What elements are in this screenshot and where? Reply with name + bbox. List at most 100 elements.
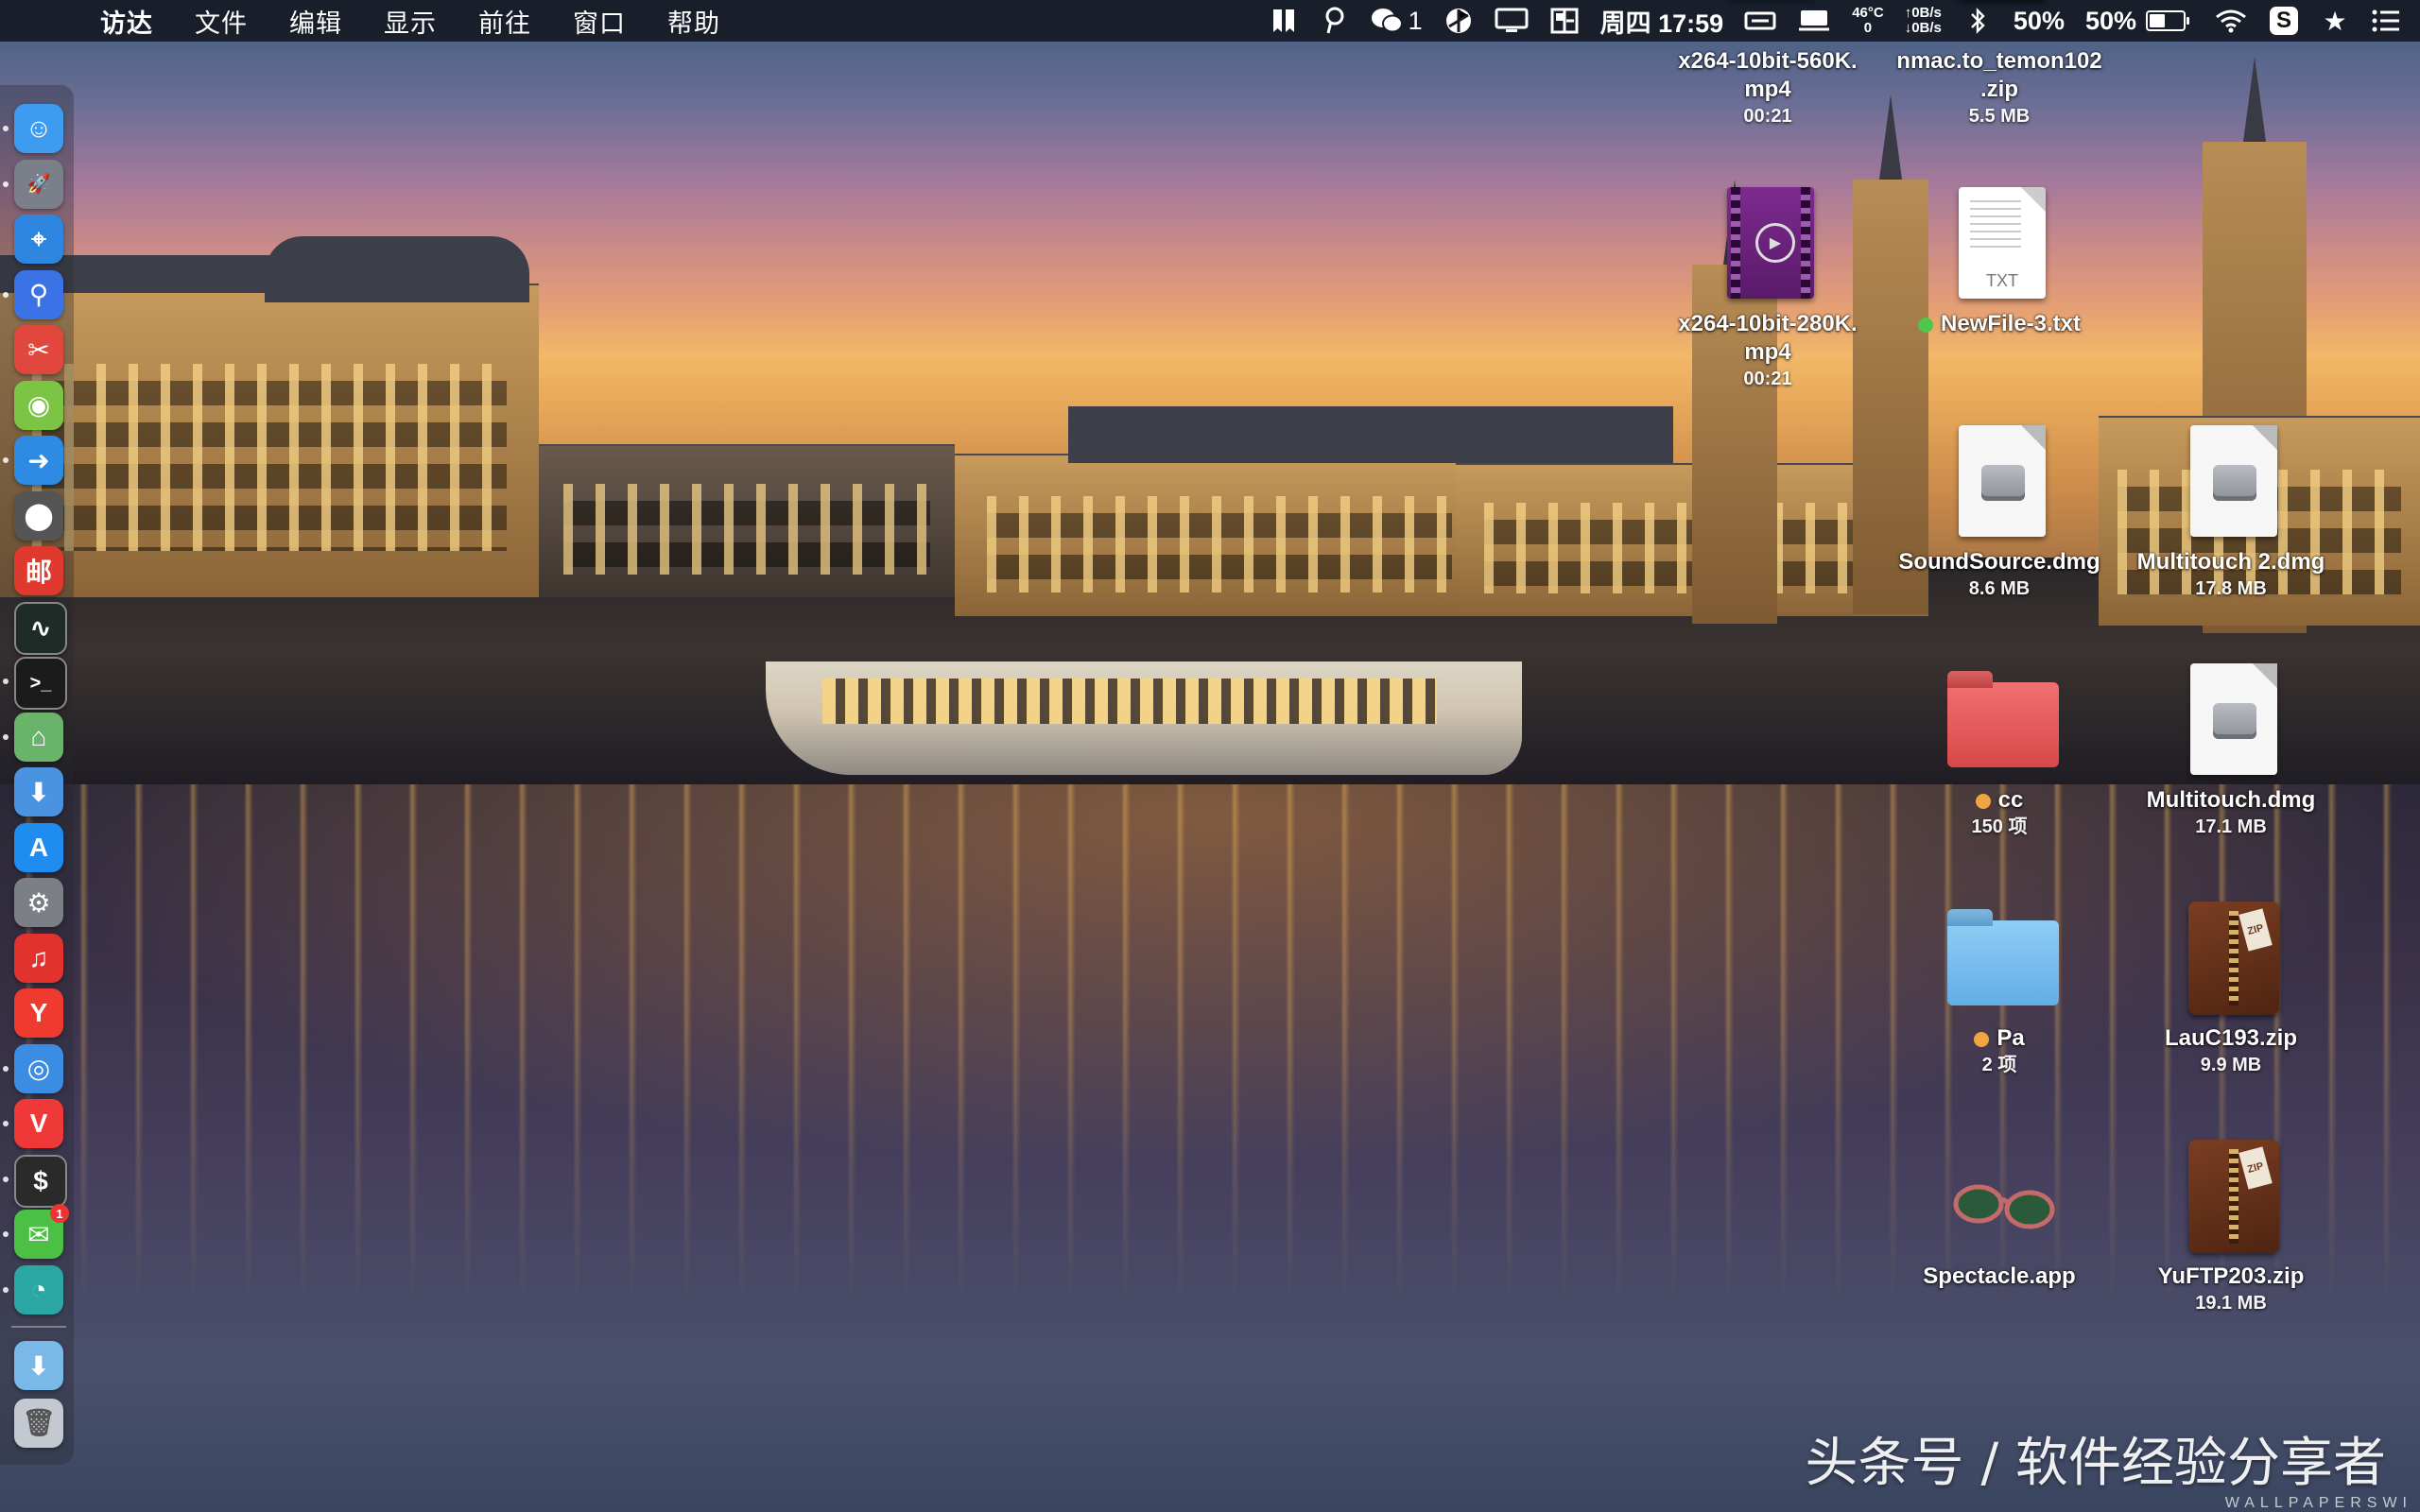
wechat-count: 1 [1408, 6, 1423, 35]
dock-music-app-icon[interactable]: ♫ [14, 933, 63, 983]
desktop-item-label: LauC193.zip [2122, 1024, 2340, 1053]
color-tag-dot [1974, 1031, 1990, 1047]
desktop-item-info: 5.5 MB [1968, 106, 2031, 127]
dock-launchpad-glyph: 🚀 [26, 174, 51, 195]
desktop-item-pa-folder[interactable]: Pa 2 项 [1891, 902, 2108, 1077]
desktop-item-label: cc [1891, 786, 2108, 815]
desktop-item-multitouch2[interactable]: Multitouch 2.dmg 17.8 MB [2122, 425, 2340, 601]
dock-running-indicator [3, 457, 9, 463]
dock-vivaldi-icon[interactable]: V [14, 1099, 63, 1148]
menu-go[interactable]: 前往 [478, 3, 531, 40]
wechat-status-icon[interactable] [1371, 5, 1403, 37]
dock-app-store-glyph: A [28, 832, 49, 862]
downloads-glyph: ⬇ [27, 1350, 50, 1381]
desktop-item-label: Multitouch 2.dmg [2122, 548, 2340, 576]
dock-yandex-browser-icon[interactable]: Y [14, 988, 63, 1038]
dock-app-store-icon[interactable]: A [14, 822, 63, 872]
dock-wechat-icon[interactable]: ✉ 1 [14, 1204, 69, 1259]
dock-trash-icon[interactable]: 🗑 [14, 1398, 63, 1448]
wallpaper-palace-left [0, 284, 539, 597]
display-icon[interactable] [1495, 5, 1529, 37]
desktop-item-label: Multitouch.dmg [2122, 786, 2340, 815]
dock-safari-glyph: ⌖ [31, 223, 46, 253]
menu-help[interactable]: 帮助 [667, 3, 720, 40]
aperture-icon[interactable] [1443, 5, 1474, 37]
disk-image-icon [2190, 663, 2277, 775]
battery-icon[interactable] [2146, 10, 2189, 31]
dock-chrome-icon[interactable]: ◎ [14, 1043, 63, 1093]
color-tag-dot [1975, 793, 1991, 809]
star-icon[interactable]: ★ [2320, 5, 2350, 37]
dock-screenshot-tool-icon[interactable]: ◔ [14, 1264, 63, 1314]
wallpaper-palace-roof [265, 236, 529, 302]
dock-downloads-folder-icon[interactable]: ⬇ [14, 1341, 63, 1390]
dock-system-preferences-icon[interactable]: ⚙ [14, 878, 63, 927]
wallpaper-spire [2243, 57, 2266, 142]
dock-contacts-search-glyph: ⚲ [28, 280, 49, 309]
desktop-item-spectacle[interactable]: Spectacle.app [1891, 1140, 2108, 1291]
dock-finder-icon[interactable]: ☺ [14, 104, 63, 153]
desktop-item-name: Pa [1996, 1025, 2025, 1051]
wallpaper-building-center [955, 454, 1484, 616]
desktop-item-info: 19.1 MB [2195, 1293, 2267, 1314]
dock-wechat-glyph: ✉ [27, 1219, 50, 1249]
dock-disk-tool-icon[interactable]: ⬤ [14, 490, 63, 541]
desktop-item-lauc-zip[interactable]: ZIP LauC193.zip 9.9 MB [2122, 902, 2340, 1077]
desktop-item-info: 00:21 [1743, 106, 1792, 127]
desktop-item-name: x264-10bit-280K. mp4 [1678, 311, 1858, 365]
sunglasses-app-icon [1952, 1168, 2056, 1234]
dock-android-emulator-icon[interactable]: ◉ [14, 380, 63, 430]
dock: ☺ 🚀 ⌖ ⚲ ✂ ◉ ➜ ⬤ 邮 ∿ >_ ⌂ ⬇ A ⚙ ♫ Y ◎ V $ ✉ 1 ◔ ⬇ 🗑 [0, 85, 74, 1465]
desktop-item-name: SoundSource.dmg [1898, 549, 2100, 575]
dock-chrome-glyph: ◎ [26, 1054, 51, 1083]
desktop-item-multitouch[interactable]: Multitouch.dmg 17.1 MB [2122, 663, 2340, 839]
dock-migration-icon[interactable]: ➜ [14, 436, 63, 485]
desktop-item-name: Spectacle.app [1923, 1263, 2076, 1289]
folder-icon [1947, 682, 2059, 767]
desktop-item-mp4-280[interactable]: ▶ x264-10bit-280K. mp4 00:21 [1659, 187, 1876, 391]
dock-activity-monitor-glyph: ∿ [29, 613, 52, 643]
dock-running-indicator [3, 291, 9, 298]
notification-center-icon[interactable] [2371, 5, 2401, 37]
bookmark-app-icon[interactable] [1269, 5, 1299, 37]
window-layout-icon[interactable] [1549, 5, 1580, 37]
menu-view[interactable]: 显示 [384, 3, 437, 40]
dock-mail-app-icon[interactable]: 邮 [14, 546, 63, 595]
dock-running-indicator [3, 1286, 9, 1293]
menu-finder[interactable]: 访达 [100, 3, 153, 40]
desktop-item-newfile[interactable]: TXT NewFile-3.txt [1891, 187, 2108, 338]
dock-safari-icon[interactable]: ⌖ [14, 215, 63, 264]
desktop-item-info: 00:21 [1743, 369, 1792, 389]
dock-scissor-app-icon[interactable]: ✂ [14, 325, 63, 374]
dock-app-assistant-icon[interactable]: ⬇ [14, 767, 63, 816]
menu-file[interactable]: 文件 [195, 3, 248, 40]
zip-archive-icon: ZIP [2188, 1140, 2279, 1253]
s-app-icon[interactable]: S [2269, 5, 2299, 37]
wechat-badge: 1 [50, 1204, 69, 1223]
desktop-item-label: NewFile-3.txt [1891, 310, 2108, 338]
dock-yandex-browser-glyph: Y [29, 998, 48, 1027]
dock-running-indicator [3, 1121, 9, 1126]
desktop-item-nmac-zip[interactable]: ZIPnmac.to_temon102 .zip5.5 MB [1891, 0, 2108, 129]
dock-activity-monitor-icon[interactable]: ∿ [14, 601, 67, 655]
pin-icon[interactable] [1320, 5, 1350, 37]
desktop-item-soundsource[interactable]: SoundSource.dmg 8.6 MB [1891, 425, 2108, 601]
dock-iterm-icon[interactable]: $ [14, 1154, 67, 1208]
wallpaper-credit: WALLPAPERSWI [2224, 1495, 2412, 1511]
dock-contacts-search-icon[interactable]: ⚲ [14, 269, 63, 319]
dock-terminal-glyph: >_ [29, 672, 52, 694]
desktop-item-yuftp-zip[interactable]: ZIP YuFTP203.zip 19.1 MB [2122, 1140, 2340, 1315]
dock-launchpad-icon[interactable]: 🚀 [14, 159, 63, 209]
desktop-item-cc-folder[interactable]: cc 150 项 [1891, 663, 2108, 839]
dock-running-indicator [3, 679, 9, 684]
desktop-item-mp4-560[interactable]: ▶x264-10bit-560K. mp400:21 [1659, 0, 1876, 129]
dock-maps-icon[interactable]: ⌂ [14, 712, 63, 762]
zip-tag-label: ZIP [2238, 1146, 2273, 1190]
dock-mail-app-glyph: 邮 [25, 558, 52, 587]
dock-terminal-icon[interactable]: >_ [14, 657, 67, 710]
dock-screenshot-tool-glyph: ◔ [30, 1274, 47, 1304]
wifi-icon[interactable] [2214, 5, 2248, 37]
apple-menu-icon[interactable] [36, 5, 64, 37]
menu-window[interactable]: 窗口 [573, 3, 626, 40]
menu-edit[interactable]: 编辑 [289, 3, 342, 40]
